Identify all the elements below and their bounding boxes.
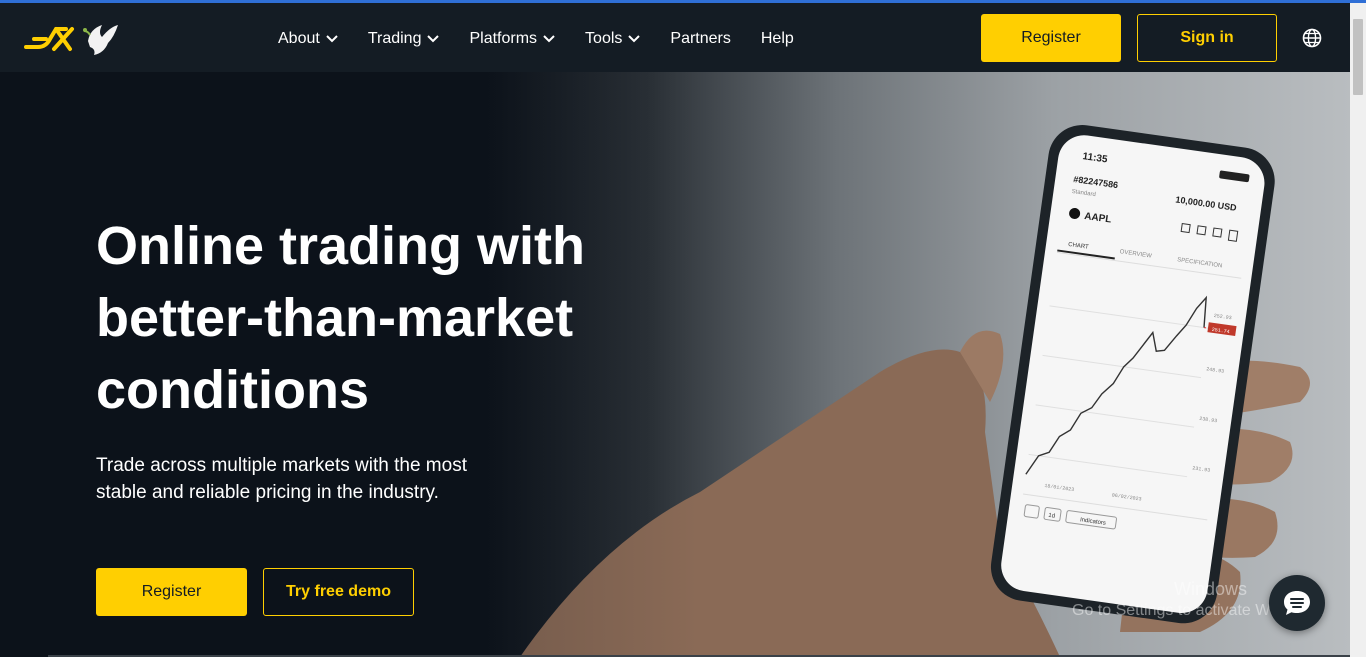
- logo[interactable]: [24, 19, 124, 59]
- nav-trading-label: Trading: [367, 30, 422, 47]
- nav-help[interactable]: Help: [761, 30, 794, 48]
- chevron-down-icon: [628, 35, 641, 43]
- page-scrollbar[interactable]: [1350, 3, 1366, 657]
- nav-platforms[interactable]: Platforms: [469, 30, 555, 48]
- hero-register-button[interactable]: Register: [96, 568, 247, 616]
- chevron-down-icon: [543, 35, 555, 43]
- nav-partners-label: Partners: [670, 30, 731, 47]
- main-nav: About Trading Platforms Tools Partners H…: [278, 27, 824, 51]
- chat-button[interactable]: [1269, 575, 1325, 631]
- phone-interval: 1d: [1048, 513, 1055, 520]
- nav-partners[interactable]: Partners: [670, 30, 730, 48]
- hero-subtitle: Trade across multiple markets with the m…: [96, 455, 467, 503]
- nav-tools[interactable]: Tools: [585, 30, 641, 48]
- try-demo-button[interactable]: Try free demo: [263, 568, 414, 616]
- header-register-button[interactable]: Register: [981, 14, 1121, 62]
- hero-title: Online trading with better-than-market c…: [96, 216, 585, 420]
- nav-tools-label: Tools: [585, 30, 623, 47]
- chevron-down-icon: [326, 35, 338, 43]
- chevron-down-icon: [427, 35, 440, 43]
- nav-trading[interactable]: Trading: [368, 30, 440, 48]
- signin-button[interactable]: Sign in: [1137, 14, 1277, 62]
- scrollbar-thumb[interactable]: [1353, 19, 1363, 95]
- chat-icon: [1284, 591, 1310, 615]
- nav-about[interactable]: About: [278, 30, 338, 48]
- site-header: About Trading Platforms Tools Partners H…: [0, 3, 1350, 72]
- nav-help-label: Help: [760, 30, 794, 47]
- globe-icon[interactable]: [1302, 28, 1322, 48]
- nav-about-label: About: [278, 30, 320, 47]
- dove-icon: [83, 25, 118, 55]
- nav-platforms-label: Platforms: [469, 30, 538, 47]
- hero-section: 11:35 #82247586 Standard 10,000.00 USD A…: [0, 72, 1350, 657]
